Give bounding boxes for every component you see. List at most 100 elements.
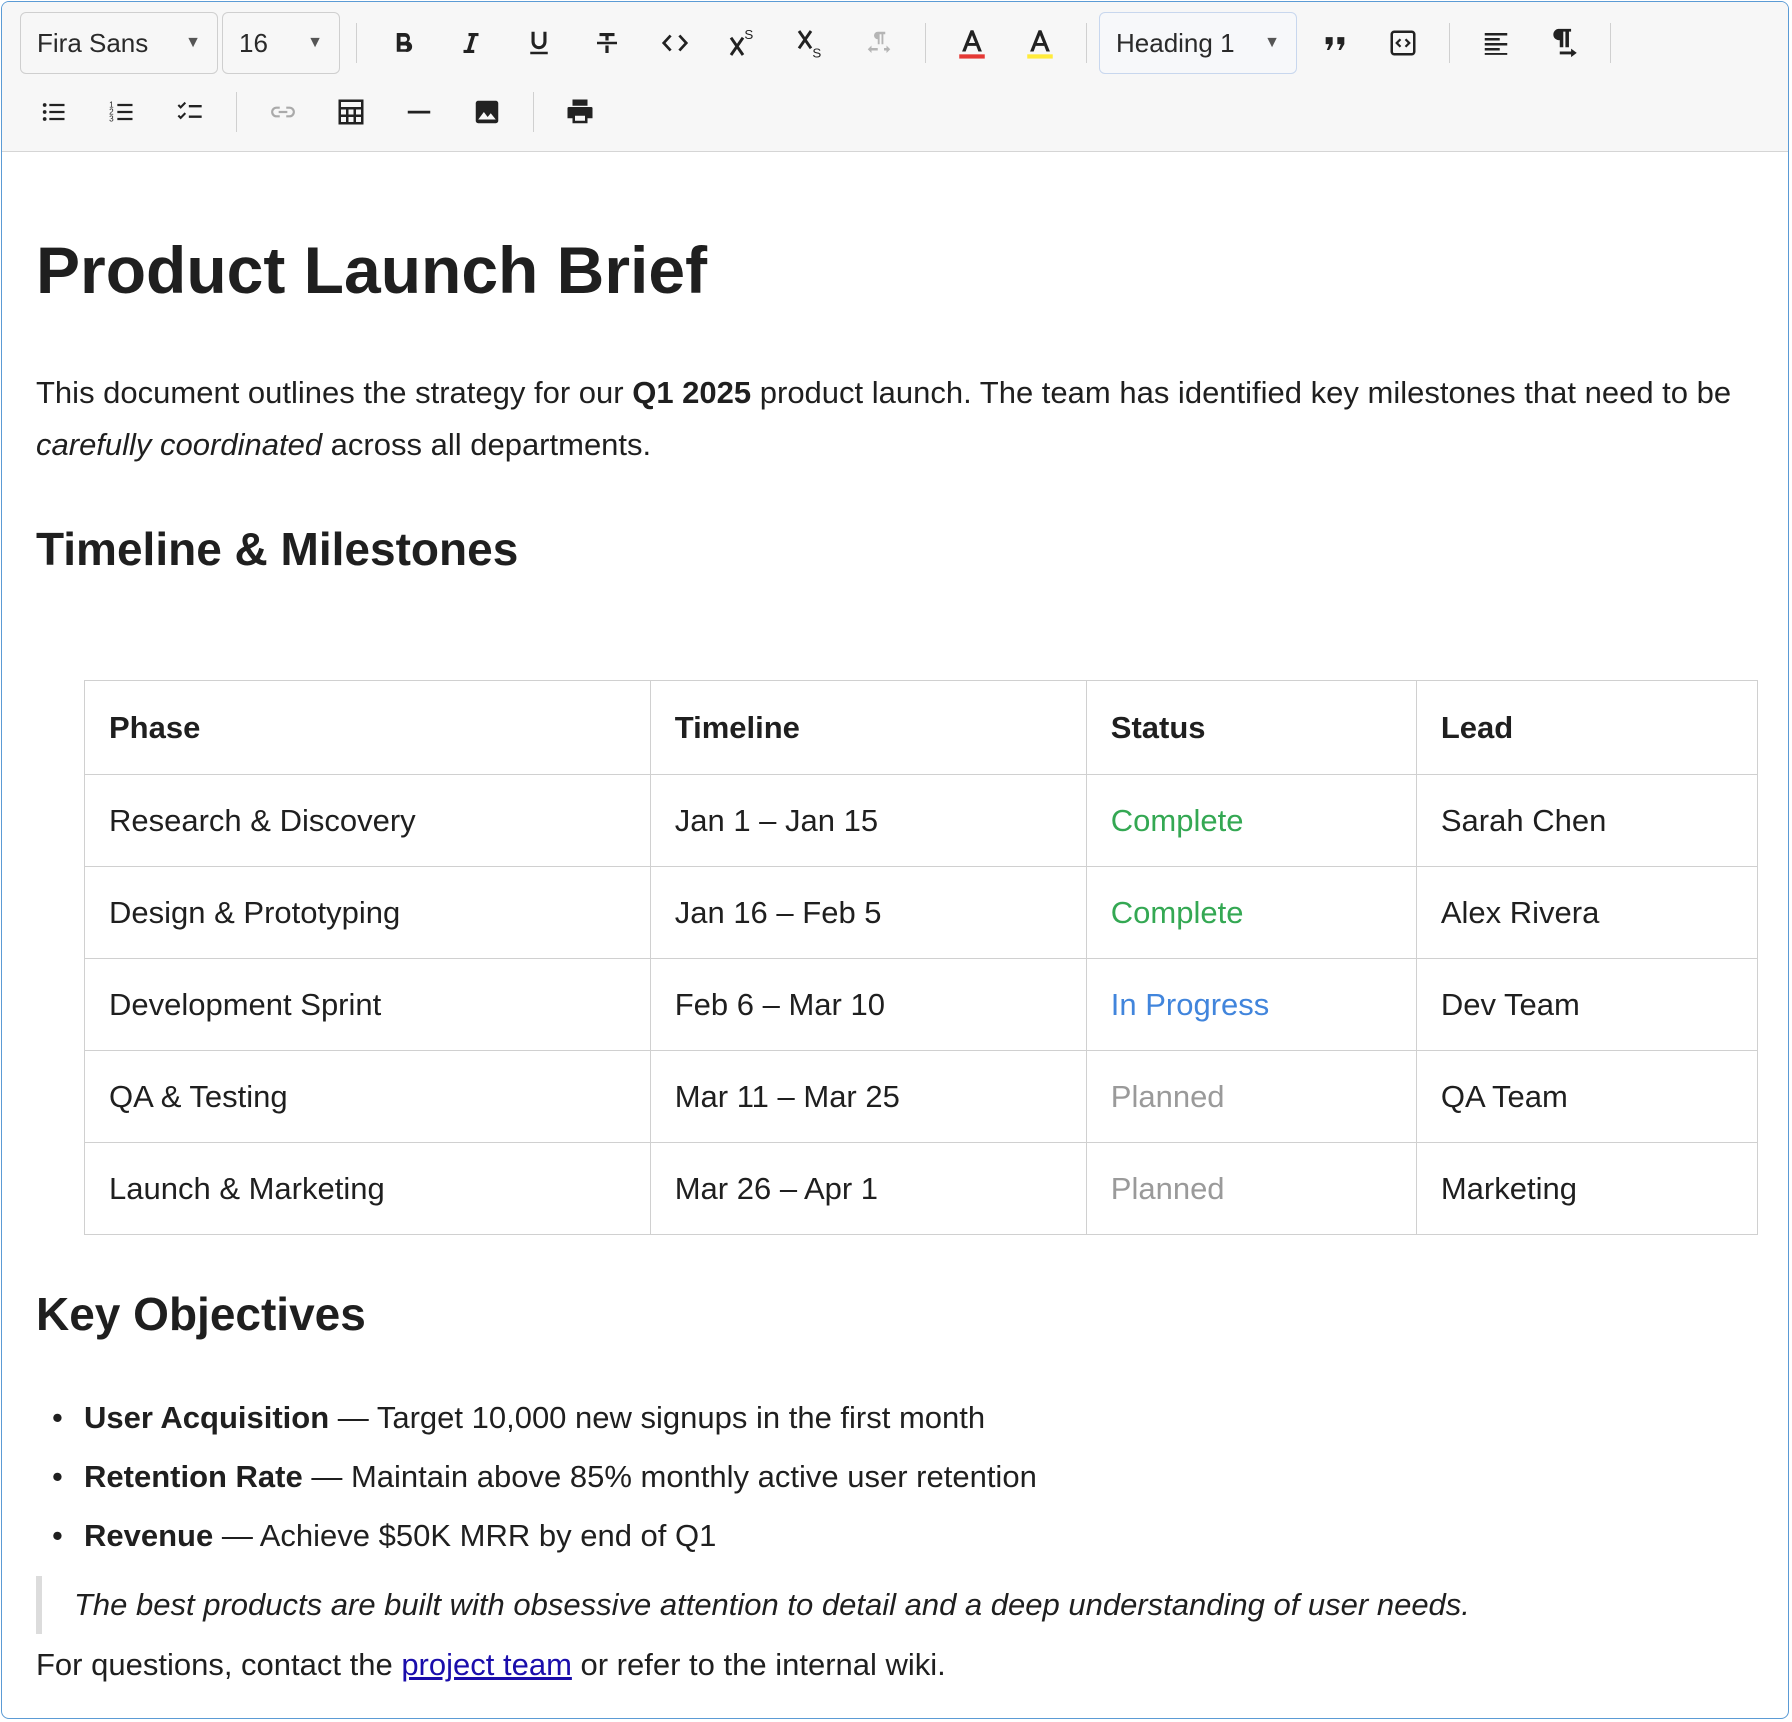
table-row: Research & Discovery Jan 1 – Jan 15 Comp… xyxy=(84,774,1759,867)
blockquote: The best products are built with obsessi… xyxy=(36,1576,1674,1634)
font-family-value: Fira Sans xyxy=(37,27,149,58)
italic-button[interactable] xyxy=(437,11,505,75)
superscript-icon: S xyxy=(729,27,753,56)
objectives-heading: Key Objectives xyxy=(36,1288,366,1340)
insert-image-button[interactable] xyxy=(453,80,521,144)
highlight-icon xyxy=(1027,30,1053,59)
block-style-select[interactable]: Heading 1 ▼ xyxy=(1099,12,1297,74)
insert-table-button[interactable] xyxy=(317,80,385,144)
document-title: Product Launch Brief xyxy=(36,233,708,307)
objective-text: — Maintain above 85% monthly active user… xyxy=(302,1459,1037,1494)
timeline-cell: Mar 26 – Apr 1 xyxy=(649,1142,1087,1235)
list-item: Retention Rate — Maintain above 85% mont… xyxy=(36,1447,1037,1507)
print-icon xyxy=(567,99,593,124)
rich-text-editor: Fira Sans ▼ 16 ▼ S S Heading 1 ▼ 1 2 3 P… xyxy=(1,1,1789,1719)
table-header-row: Phase Timeline Status Lead xyxy=(84,680,1759,775)
footer-text: For questions, contact the xyxy=(36,1647,402,1682)
timeline-cell: Jan 16 – Feb 5 xyxy=(649,866,1087,959)
align-left-icon xyxy=(1484,33,1508,55)
status-cell: In Progress xyxy=(1085,958,1417,1051)
status-cell: Planned xyxy=(1085,1142,1417,1235)
project-team-link[interactable]: project team xyxy=(401,1647,572,1682)
strikethrough-button[interactable] xyxy=(573,11,641,75)
phase-cell: Research & Discovery xyxy=(84,774,651,867)
timeline-heading: Timeline & Milestones xyxy=(36,523,519,575)
intro-bold-text: Q1 2025 xyxy=(632,375,752,410)
bullet-list-button[interactable] xyxy=(20,80,88,144)
font-family-select[interactable]: Fira Sans ▼ xyxy=(20,12,218,74)
paragraph-direction-button[interactable] xyxy=(1530,11,1598,75)
timeline-cell: Feb 6 – Mar 10 xyxy=(649,958,1087,1051)
horizontal-rule-button[interactable] xyxy=(385,80,453,144)
code-icon xyxy=(661,34,689,52)
intro-text: across all departments. xyxy=(322,427,652,462)
toolbar-divider xyxy=(1449,23,1450,63)
milestones-table: Phase Timeline Status Lead Research & Di… xyxy=(84,680,1759,1235)
editor-toolbar: Fira Sans ▼ 16 ▼ S S Heading 1 ▼ 1 2 3 xyxy=(2,2,1788,152)
subscript-button[interactable]: S xyxy=(777,11,845,75)
underline-button[interactable] xyxy=(505,11,573,75)
chevron-down-icon: ▼ xyxy=(1264,34,1280,51)
insert-link-button[interactable] xyxy=(249,80,317,144)
footer-text: or refer to the internal wiki. xyxy=(571,1647,946,1682)
table-row: Design & Prototyping Jan 16 – Feb 5 Comp… xyxy=(84,866,1759,959)
code-block-icon xyxy=(1390,30,1416,56)
table-header-cell: Phase xyxy=(84,680,651,775)
phase-cell: Design & Prototyping xyxy=(84,866,651,959)
phase-cell: Development Sprint xyxy=(84,958,651,1051)
bold-button[interactable] xyxy=(369,11,437,75)
horizontal-rule-icon xyxy=(407,110,431,114)
quote-icon xyxy=(1325,37,1345,50)
underline-icon xyxy=(530,31,548,55)
table-row: Development Sprint Feb 6 – Mar 10 In Pro… xyxy=(84,958,1759,1051)
toolbar-divider xyxy=(1086,23,1087,63)
align-left-button[interactable] xyxy=(1462,11,1530,75)
chevron-down-icon: ▼ xyxy=(307,34,323,51)
toolbar-row-1: Fira Sans ▼ 16 ▼ S S Heading 1 ▼ xyxy=(20,11,1623,75)
svg-text:3: 3 xyxy=(109,114,114,123)
code-block-button[interactable] xyxy=(1369,11,1437,75)
objective-text: — Achieve $50K MRR by end of Q1 xyxy=(213,1518,717,1553)
phase-cell: Launch & Marketing xyxy=(84,1142,651,1235)
toolbar-divider xyxy=(1610,23,1611,63)
intro-text: This document outlines the strategy for … xyxy=(36,375,633,410)
objective-label: User Acquisition xyxy=(84,1400,330,1435)
font-size-select[interactable]: 16 ▼ xyxy=(222,12,340,74)
lead-cell: Marketing xyxy=(1415,1142,1759,1235)
blockquote-button[interactable] xyxy=(1301,11,1369,75)
objectives-list: User Acquisition — Target 10,000 new sig… xyxy=(36,1388,1037,1566)
lead-cell: QA Team xyxy=(1415,1050,1759,1143)
intro-italic-text: carefully coordinated xyxy=(36,427,323,462)
subscript-icon: S xyxy=(797,30,821,60)
link-icon xyxy=(271,106,295,118)
lead-cell: Alex Rivera xyxy=(1415,866,1759,959)
text-direction-button[interactable] xyxy=(845,11,913,75)
checklist-button[interactable] xyxy=(156,80,224,144)
status-cell: Complete xyxy=(1085,866,1417,959)
svg-text:S: S xyxy=(744,27,753,42)
ordered-list-button[interactable]: 123 xyxy=(88,80,156,144)
table-header-cell: Timeline xyxy=(649,680,1087,775)
status-cell: Complete xyxy=(1085,774,1417,867)
highlight-color-button[interactable] xyxy=(1006,11,1074,75)
table-header-cell: Lead xyxy=(1415,680,1759,775)
table-header-cell: Status xyxy=(1085,680,1417,775)
toolbar-divider xyxy=(925,23,926,63)
lead-cell: Dev Team xyxy=(1415,958,1759,1051)
status-cell: Planned xyxy=(1085,1050,1417,1143)
list-item: Revenue — Achieve $50K MRR by end of Q1 xyxy=(36,1506,1037,1566)
image-icon xyxy=(475,100,499,124)
bullet-list-icon xyxy=(42,103,65,121)
print-button[interactable] xyxy=(546,80,614,144)
svg-text:S: S xyxy=(812,46,821,60)
toolbar-divider xyxy=(533,92,534,132)
objective-label: Retention Rate xyxy=(84,1459,303,1494)
text-color-button[interactable] xyxy=(938,11,1006,75)
paragraph-direction-icon xyxy=(1553,28,1577,58)
intro-text: product launch. The team has identified … xyxy=(751,375,1732,410)
phase-cell: QA & Testing xyxy=(84,1050,651,1143)
intro-paragraph: This document outlines the strategy for … xyxy=(36,367,1756,471)
superscript-button[interactable]: S xyxy=(709,11,777,75)
lead-cell: Sarah Chen xyxy=(1415,774,1759,867)
inline-code-button[interactable] xyxy=(641,11,709,75)
